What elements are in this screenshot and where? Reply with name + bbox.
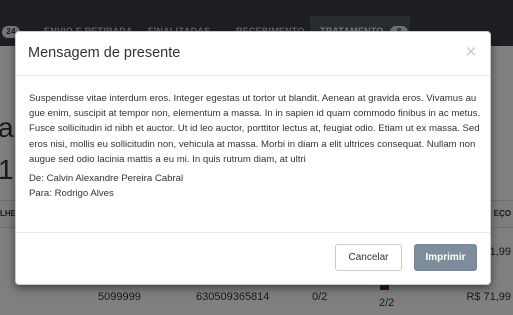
gift-to-line: Para: Rodrigo Alves (29, 188, 114, 200)
modal-title: Mensagem de presente (28, 45, 181, 61)
gift-from-line: De: Calvin Alexandre Pereira Cabral (29, 173, 184, 185)
gift-message-text: Suspendisse vitae interdum eros. Integer… (29, 93, 481, 165)
close-icon[interactable]: × (463, 41, 479, 61)
print-button[interactable]: Imprimir (414, 244, 477, 271)
cancel-button[interactable]: Cancelar (335, 244, 402, 271)
gift-message-modal: Mensagem de presente × Suspendisse vitae… (15, 31, 491, 285)
modal-footer: Cancelar Imprimir (16, 232, 490, 284)
modal-header: Mensagem de presente × (16, 32, 490, 76)
modal-body: Suspendisse vitae interdum eros. Integer… (29, 91, 481, 201)
